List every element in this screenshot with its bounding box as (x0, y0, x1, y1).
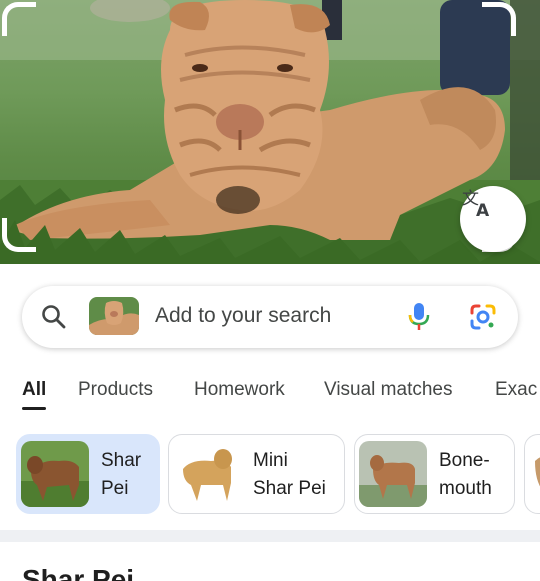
query-image-thumbnail[interactable] (89, 297, 139, 335)
chip-mini-shar-pei-image (173, 441, 241, 507)
crop-corner-top-right[interactable] (482, 2, 516, 36)
chip-shar-pei-image (21, 441, 89, 507)
tab-all[interactable]: All (22, 379, 46, 401)
tab-visual-matches[interactable]: Visual matches (324, 379, 453, 401)
search-tabs: All Products Homework Visual matches Exa… (0, 365, 540, 411)
search-icon[interactable] (40, 303, 68, 331)
translate-icon: 文 A (462, 189, 490, 220)
chip-label: Bone- mouth (439, 450, 492, 499)
tab-exact-matches[interactable]: Exac (495, 379, 537, 401)
chip-shar-pei[interactable]: Shar Pei (16, 434, 160, 514)
section-divider (0, 530, 540, 542)
chip-label: Mini Shar Pei (253, 450, 326, 499)
dog-photo[interactable]: 文 A (0, 0, 540, 264)
tab-products[interactable]: Products (78, 379, 153, 401)
chip-partial[interactable] (524, 434, 540, 514)
crop-corner-bottom-left[interactable] (2, 218, 36, 252)
active-tab-indicator (22, 407, 46, 410)
tab-homework[interactable]: Homework (194, 379, 285, 401)
translate-button[interactable]: 文 A (460, 186, 526, 252)
search-input[interactable]: Add to your search (155, 304, 331, 328)
crop-corner-top-left[interactable] (2, 2, 36, 36)
chip-mini-shar-pei[interactable]: Mini Shar Pei (168, 434, 345, 514)
shar-pei-image (0, 0, 540, 264)
mic-icon[interactable] (407, 302, 431, 332)
chip-partial-image (529, 441, 540, 507)
google-lens-icon[interactable] (469, 303, 497, 331)
svg-text:A: A (476, 201, 490, 220)
chip-label: Shar Pei (101, 450, 142, 499)
chip-bone-mouth[interactable]: Bone- mouth (354, 434, 515, 514)
chip-bone-mouth-image (359, 441, 427, 507)
search-bar[interactable]: Add to your search (22, 286, 518, 348)
result-title[interactable]: Shar Pei (22, 564, 134, 581)
